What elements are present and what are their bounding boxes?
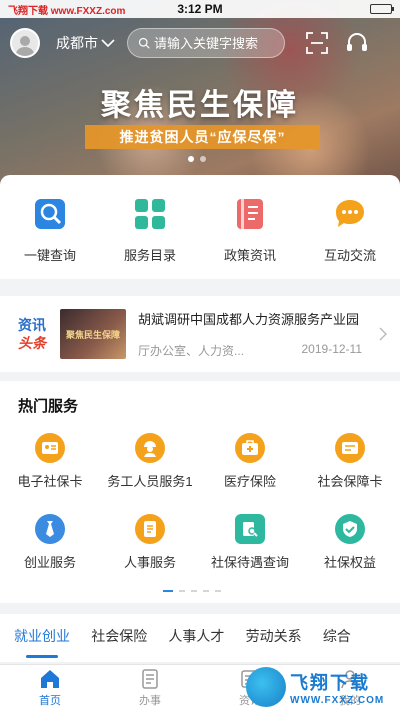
tie-icon xyxy=(35,514,65,544)
status-time: 3:12 PM xyxy=(177,2,223,16)
banner-subtitle: 推进贫困人员“应保尽保” xyxy=(85,125,320,149)
tabbar-label: 首页 xyxy=(39,695,61,707)
banner-title: 聚焦民生保障 xyxy=(101,88,299,123)
news-title: 胡斌调研中国成都人力资源服务产业园 xyxy=(138,312,360,327)
watermark-logo xyxy=(246,667,286,707)
quick-entry-label: 一键查询 xyxy=(23,248,76,263)
badge-check-icon xyxy=(335,514,365,544)
quick-entry-panel: 一键查询 服务目录 政策资讯 互动交流 xyxy=(0,175,400,279)
task-icon xyxy=(142,669,158,689)
chevron-down-icon xyxy=(101,39,115,48)
service-label: 电子社保卡 xyxy=(17,474,83,489)
chat-icon xyxy=(333,197,367,231)
news-badge: 资讯 头条 xyxy=(10,316,54,352)
service-item[interactable]: 社保权益 xyxy=(300,514,400,571)
status-bar: 飞翔下载 www.FXXZ.com 3:12 PM xyxy=(0,0,400,18)
home-icon xyxy=(41,670,59,688)
social-card-icon xyxy=(335,433,365,463)
corner-watermark: 飞翔下载 WWW.FXXZ.COM xyxy=(246,664,396,710)
scan-button[interactable] xyxy=(303,29,331,57)
chevron-right-icon xyxy=(376,327,390,341)
banner-dot[interactable] xyxy=(188,156,194,162)
service-label: 社保待遇查询 xyxy=(210,555,289,570)
tab-employment[interactable]: 就业创业 xyxy=(14,614,91,662)
tab-personnel[interactable]: 人事人才 xyxy=(168,614,245,662)
id-card-icon xyxy=(35,433,65,463)
quick-entry-policy[interactable]: 政策资讯 xyxy=(205,197,295,279)
service-item[interactable]: 医疗保险 xyxy=(200,433,300,490)
search-icon xyxy=(33,197,67,231)
pager-dot[interactable] xyxy=(203,590,209,592)
quick-entry-label: 互动交流 xyxy=(323,248,376,263)
quick-entry-label: 服务目录 xyxy=(123,248,176,263)
news-body: 胡斌调研中国成都人力资源服务产业园 厅办公室、人力资... 2019-12-11 xyxy=(138,309,376,359)
service-label: 务工人员服务1 xyxy=(107,474,193,489)
news-meta: 厅办公室、人力资... 2019-12-11 xyxy=(138,342,376,359)
pager-dot[interactable] xyxy=(163,590,173,592)
news-thumbnail: 聚焦民生保障 xyxy=(60,309,126,359)
services-pager xyxy=(163,590,221,592)
worker-icon xyxy=(135,433,165,463)
avatar[interactable] xyxy=(10,28,40,58)
service-item[interactable]: 社会保障卡 xyxy=(300,433,400,490)
service-label: 创业服务 xyxy=(23,555,76,570)
news-thumbnail-text: 聚焦民生保障 xyxy=(65,329,120,340)
category-tabs: 就业创业 社会保险 人事人才 劳动关系 综合 xyxy=(0,614,400,662)
service-item[interactable]: 务工人员服务1 xyxy=(100,433,200,490)
news-date: 2019-12-11 xyxy=(301,342,363,356)
watermark-url: WWW.FXXZ.COM xyxy=(290,694,385,706)
watermark-text: 飞翔下载 WWW.FXXZ.COM xyxy=(290,669,384,706)
news-badge-bottom: 头条 xyxy=(18,335,46,351)
quick-entry-label: 政策资讯 xyxy=(223,248,276,263)
battery-icon xyxy=(370,4,394,14)
news-source: 厅办公室、人力资... xyxy=(138,344,245,358)
service-label: 社保权益 xyxy=(323,555,376,570)
tabbar-home[interactable]: 首页 xyxy=(0,665,100,711)
service-item[interactable]: 创业服务 xyxy=(0,514,100,571)
tab-social-insurance[interactable]: 社会保险 xyxy=(91,614,168,662)
headline-news-item[interactable]: 资讯 头条 聚焦民生保障 胡斌调研中国成都人力资源服务产业园 厅办公室、人力资.… xyxy=(0,296,400,372)
medical-kit-icon xyxy=(235,433,265,463)
user-avatar-icon xyxy=(15,36,35,56)
banner-pagination xyxy=(188,156,206,162)
quick-entry-chat[interactable]: 互动交流 xyxy=(305,197,395,279)
tab-labor-relations[interactable]: 劳动关系 xyxy=(246,614,323,662)
service-item[interactable]: 电子社保卡 xyxy=(0,433,100,490)
tabbar-tasks[interactable]: 办事 xyxy=(100,665,200,711)
banner-dot[interactable] xyxy=(200,156,206,162)
section-title: 热门服务 xyxy=(18,398,79,415)
service-label: 人事服务 xyxy=(123,555,176,570)
search-input[interactable] xyxy=(154,35,274,51)
quick-entry-catalog[interactable]: 服务目录 xyxy=(105,197,195,279)
search-bar[interactable] xyxy=(127,28,285,58)
document-icon xyxy=(135,514,165,544)
pager-dot[interactable] xyxy=(179,590,185,592)
pager-dot[interactable] xyxy=(191,590,197,592)
scan-icon xyxy=(306,32,328,54)
grid-icon xyxy=(133,197,167,231)
quick-entry-search[interactable]: 一键查询 xyxy=(5,197,95,279)
city-label: 成都市 xyxy=(56,35,98,51)
service-item[interactable]: 社保待遇查询 xyxy=(200,514,300,571)
top-header: 成都市 xyxy=(0,26,400,60)
service-item[interactable]: 人事服务 xyxy=(100,514,200,571)
services-grid: 电子社保卡 务工人员服务1 医疗保险 社会保障卡 创业服务 人事服务 社保待遇查… xyxy=(0,433,400,571)
city-selector[interactable]: 成都市 xyxy=(56,33,115,53)
news-badge-top: 资讯 xyxy=(18,317,46,333)
service-label: 医疗保险 xyxy=(223,474,276,489)
watermark-brand: 飞翔下载 xyxy=(290,672,370,693)
support-button[interactable] xyxy=(343,29,371,57)
book-icon xyxy=(233,197,267,231)
headset-icon xyxy=(347,33,367,51)
search-icon xyxy=(138,37,150,49)
service-label: 社会保障卡 xyxy=(317,474,383,489)
tab-general[interactable]: 综合 xyxy=(323,614,400,662)
pager-dot[interactable] xyxy=(215,590,221,592)
query-doc-icon xyxy=(235,514,265,544)
hot-services-section: 热门服务 电子社保卡 务工人员服务1 医疗保险 社会保障卡 创业服务 人事服务 … xyxy=(0,381,400,603)
tabbar-label: 办事 xyxy=(139,695,161,707)
